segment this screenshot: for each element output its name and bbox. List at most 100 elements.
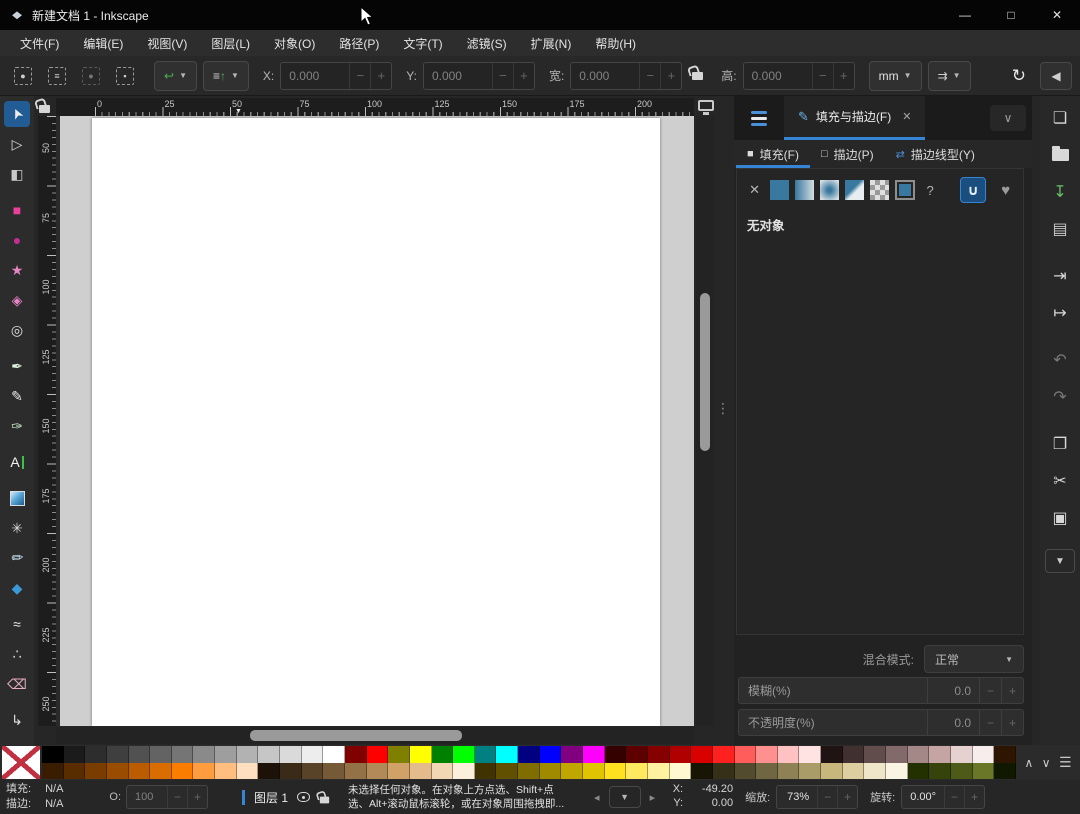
unit-dropdown[interactable]: mm ▼ (868, 60, 922, 91)
paint-pattern-button[interactable] (870, 180, 890, 200)
color-swatch-row2-30[interactable] (691, 762, 713, 779)
color-swatch-row1-21[interactable] (496, 746, 519, 763)
rotation-value[interactable]: 0.00° (902, 786, 944, 808)
tool-box-3d[interactable]: ◈ (4, 287, 30, 313)
layer-lock-icon[interactable] (319, 796, 330, 804)
subtab-stroke-style[interactable]: ⇄ 描边线型(Y) (885, 140, 986, 168)
tool-dropper[interactable]: ✐ (4, 545, 30, 571)
color-swatch-row1-25[interactable] (583, 746, 605, 763)
current-layer-name[interactable]: 图层 1 (254, 789, 288, 806)
color-swatch-row2-0[interactable] (42, 762, 64, 779)
color-swatch-row1-27[interactable] (626, 746, 648, 763)
rotate-dropdown-button[interactable]: ↩ ▼ (154, 60, 197, 91)
color-swatch-row2-24[interactable] (561, 762, 584, 779)
blur-value[interactable]: 0.0 (927, 678, 979, 703)
tool-star[interactable]: ★ (4, 257, 30, 283)
y-minus-button[interactable]: − (491, 62, 513, 89)
color-swatch-row1-9[interactable] (236, 746, 259, 763)
color-swatch-row2-42[interactable] (950, 762, 973, 779)
tool-text[interactable]: A (4, 449, 30, 475)
new-document-button[interactable]: ❏ (1048, 106, 1072, 130)
tool-tweak[interactable]: ≈ (4, 611, 30, 637)
color-swatch-row1-43[interactable] (972, 746, 995, 763)
import-button[interactable]: ⇥ (1048, 264, 1072, 288)
tool-ellipse[interactable]: ● (4, 227, 30, 253)
open-folder-button[interactable] (1048, 143, 1072, 167)
width-minus-button[interactable]: − (639, 62, 660, 89)
color-swatch-row2-38[interactable] (864, 762, 886, 779)
maximize-button[interactable]: □ (988, 0, 1034, 30)
color-swatch-row2-20[interactable] (474, 762, 497, 779)
color-swatch-row1-18[interactable] (431, 746, 454, 763)
color-swatch-row1-31[interactable] (712, 746, 735, 763)
color-swatch-row1-2[interactable] (85, 746, 107, 763)
subtab-stroke-paint[interactable]: □ 描边(P) (810, 140, 885, 168)
color-swatch-row1-17[interactable] (409, 746, 432, 763)
undo-button[interactable]: ↶ (1048, 348, 1072, 372)
color-swatch-row1-19[interactable] (453, 746, 475, 763)
horizontal-scrollbar[interactable] (56, 727, 694, 744)
color-swatch-row2-33[interactable] (756, 762, 778, 779)
color-swatch-row2-19[interactable] (453, 762, 475, 779)
blur-minus-button[interactable]: − (979, 678, 1001, 703)
color-swatch-row2-40[interactable] (907, 762, 930, 779)
menu-item-4[interactable]: 对象(O) (262, 31, 327, 56)
color-swatch-row2-16[interactable] (388, 762, 410, 779)
color-swatch-row2-9[interactable] (236, 762, 259, 779)
color-swatch-row1-8[interactable] (215, 746, 237, 763)
color-swatch-row1-29[interactable] (669, 746, 692, 763)
canvas-viewport[interactable] (56, 116, 694, 726)
color-swatch-row1-36[interactable] (821, 746, 843, 763)
color-swatch-row1-41[interactable] (929, 746, 951, 763)
height-field-value[interactable]: 0.000 (744, 63, 812, 89)
opacity-plus-button[interactable]: + (1001, 710, 1023, 735)
menu-item-7[interactable]: 滤镜(S) (455, 31, 519, 56)
paint-linear-gradient-button[interactable] (795, 180, 815, 200)
color-swatch-row1-23[interactable] (539, 746, 562, 763)
tool-selector[interactable]: ➤ (4, 101, 30, 127)
color-swatch-row1-39[interactable] (885, 746, 908, 763)
color-swatch-row2-3[interactable] (106, 762, 129, 779)
tool-node-editor[interactable]: ▷ (4, 131, 30, 157)
lock-ratio-icon[interactable] (692, 71, 704, 80)
raise-lower-dropdown-button[interactable]: ≡↑ ▼ (202, 60, 249, 91)
x-minus-button[interactable]: − (349, 62, 370, 89)
tool-pen[interactable]: ✒ (4, 353, 30, 379)
tool-pencil[interactable]: ✎ (4, 383, 30, 409)
color-swatch-row2-14[interactable] (344, 762, 367, 779)
color-swatch-row2-17[interactable] (409, 762, 432, 779)
width-plus-button[interactable]: + (660, 62, 681, 89)
color-swatch-row2-8[interactable] (215, 762, 237, 779)
color-swatch-row2-31[interactable] (712, 762, 735, 779)
color-swatch-row1-7[interactable] (193, 746, 216, 763)
color-swatch-row2-10[interactable] (258, 762, 281, 779)
tool-mesh-gradient[interactable]: ✳ (4, 515, 30, 541)
color-swatch-row1-33[interactable] (756, 746, 778, 763)
opacity-value[interactable]: 0.0 (927, 710, 979, 735)
tool-shape-builder[interactable]: ◧ (4, 161, 30, 187)
color-swatch-row1-13[interactable] (323, 746, 345, 763)
paint-swatch-button[interactable] (895, 180, 915, 200)
palette-menu-icon[interactable]: ☰ (1059, 754, 1072, 771)
horizontal-scrollbar-thumb[interactable] (250, 730, 462, 741)
blur-plus-button[interactable]: + (1001, 678, 1023, 703)
menu-item-3[interactable]: 图层(L) (199, 31, 262, 56)
copy-button[interactable]: ❐ (1048, 432, 1072, 456)
height-field[interactable]: 0.000 − + (742, 61, 855, 90)
paint-radial-gradient-button[interactable] (820, 180, 840, 200)
color-swatch-row1-0[interactable] (42, 746, 64, 763)
color-swatch-row2-43[interactable] (972, 762, 995, 779)
y-field[interactable]: 0.000 − + (422, 61, 535, 90)
object-opacity-field[interactable]: 100 − + (126, 785, 209, 809)
object-opacity-value[interactable]: 100 (127, 786, 167, 808)
ruler-lock-icon[interactable] (39, 105, 50, 113)
paint-flat-button[interactable] (770, 180, 790, 200)
color-swatch-row1-3[interactable] (106, 746, 129, 763)
color-swatch-row2-41[interactable] (929, 762, 951, 779)
zoom-field[interactable]: 73% − + (776, 785, 859, 809)
dock-splitter-handle[interactable]: ⋮ (716, 401, 730, 434)
color-swatch-row2-6[interactable] (171, 762, 194, 779)
color-swatch-row2-5[interactable] (150, 762, 172, 779)
message-prev-icon[interactable]: ◂ (594, 791, 600, 804)
color-swatch-row1-40[interactable] (907, 746, 930, 763)
